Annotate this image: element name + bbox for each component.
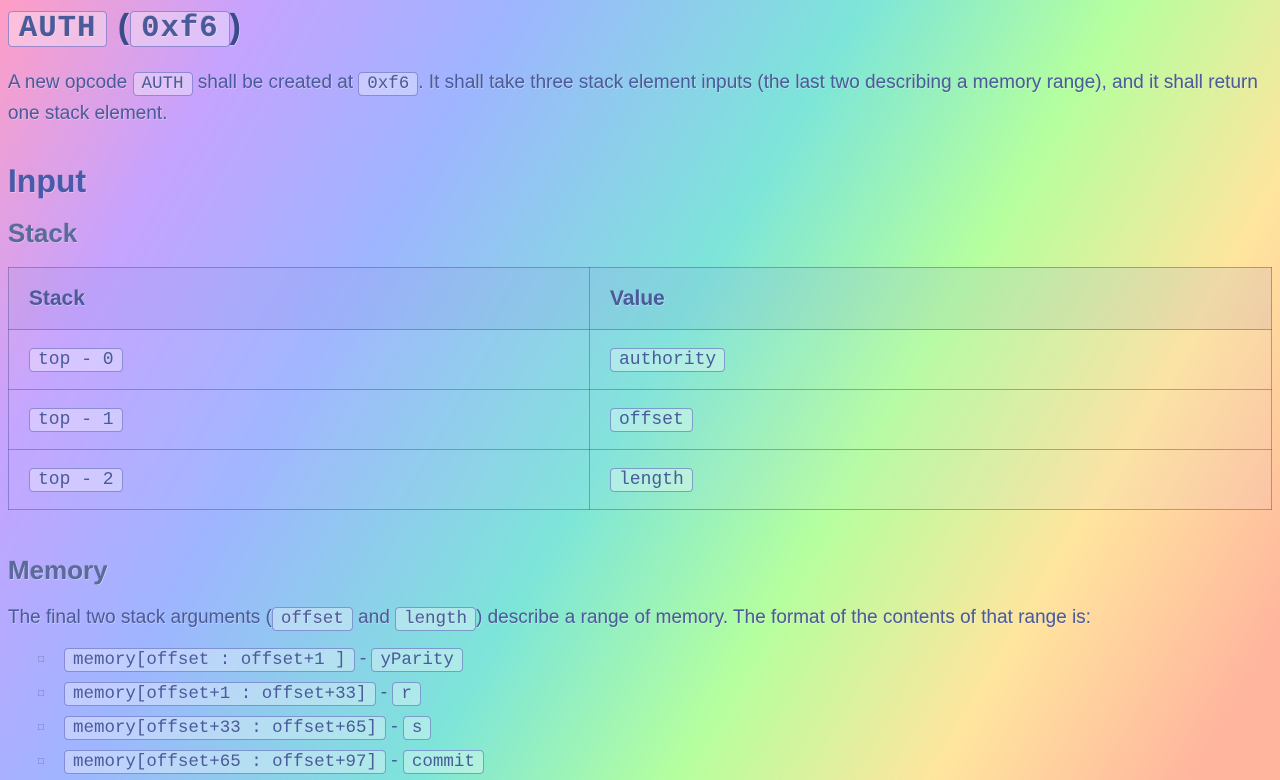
stack-val-code: authority — [610, 348, 725, 372]
page-title: AUTH (0xf6) — [8, 0, 1272, 54]
stack-pos-code: top - 0 — [29, 348, 123, 372]
stack-heading: Stack — [8, 213, 1272, 255]
memory-paragraph: The final two stack arguments (offset an… — [8, 603, 1272, 634]
mem-val-code: s — [403, 716, 431, 740]
mem-range-code: memory[offset : offset+1 ] — [64, 648, 355, 672]
inline-code-auth: AUTH — [133, 72, 193, 96]
stack-table: Stack Value top - 0 authority top - 1 of… — [8, 267, 1272, 510]
table-header-value: Value — [589, 267, 1271, 330]
memory-layout-list: memory[offset : offset+1 ] - yParity mem… — [8, 644, 1272, 777]
mem-val-code: commit — [403, 750, 484, 774]
stack-pos-code: top - 2 — [29, 468, 123, 492]
table-row: top - 1 offset — [9, 389, 1272, 449]
opcode-name-code: AUTH — [8, 11, 107, 47]
inline-code-hex: 0xf6 — [358, 72, 418, 96]
inline-code-length: length — [395, 607, 476, 631]
mem-range-code: memory[offset+33 : offset+65] — [64, 716, 386, 740]
paren-open: ( — [107, 8, 130, 46]
opcode-hex-code: 0xf6 — [130, 11, 229, 47]
list-item: memory[offset+1 : offset+33] - r — [64, 678, 1272, 709]
list-item: memory[offset+33 : offset+65] - s — [64, 712, 1272, 743]
memory-heading: Memory — [8, 550, 1272, 592]
table-header-stack: Stack — [9, 267, 590, 330]
list-item: memory[offset : offset+1 ] - yParity — [64, 644, 1272, 675]
table-row: top - 0 authority — [9, 330, 1272, 390]
paren-close: ) — [230, 8, 242, 46]
stack-val-code: length — [610, 468, 693, 492]
mem-range-code: memory[offset+1 : offset+33] — [64, 682, 376, 706]
inline-code-offset: offset — [272, 607, 353, 631]
mem-val-code: r — [392, 682, 420, 706]
stack-pos-code: top - 1 — [29, 408, 123, 432]
input-heading: Input — [8, 156, 1272, 207]
stack-val-code: offset — [610, 408, 693, 432]
mem-val-code: yParity — [371, 648, 462, 672]
intro-paragraph: A new opcode AUTH shall be created at 0x… — [8, 68, 1272, 129]
mem-range-code: memory[offset+65 : offset+97] — [64, 750, 386, 774]
table-row: top - 2 length — [9, 449, 1272, 509]
list-item: memory[offset+65 : offset+97] - commit — [64, 746, 1272, 777]
